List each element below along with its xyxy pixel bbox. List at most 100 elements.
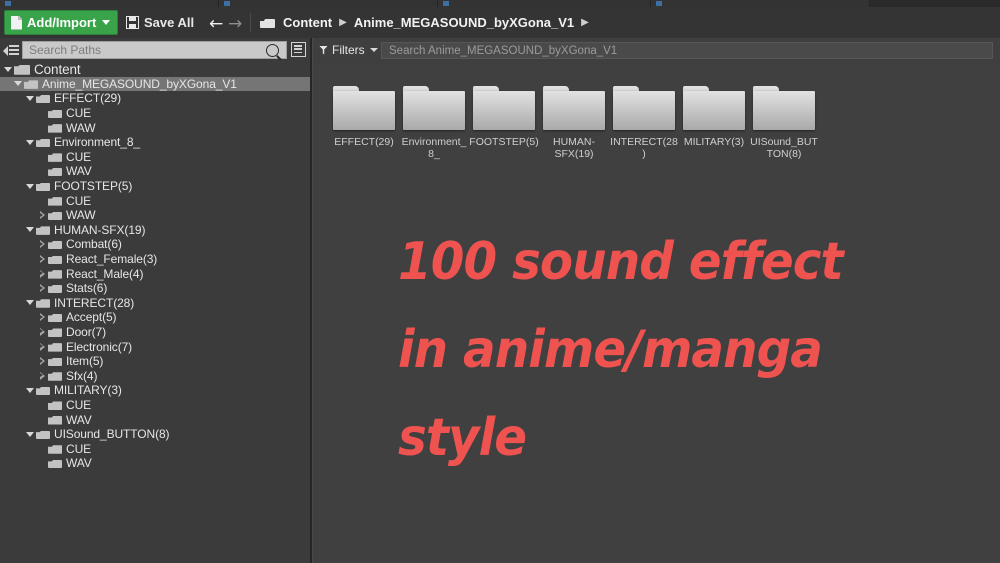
tree-item[interactable]: Anime_MEGASOUND_byXGona_V1 xyxy=(0,76,310,92)
tree-item-label: HUMAN-SFX(19) xyxy=(54,222,146,237)
tree-item[interactable]: CUE xyxy=(0,398,310,413)
tree-item[interactable]: MILITARY(3) xyxy=(0,383,310,398)
expanded-arrow-icon[interactable] xyxy=(26,225,35,234)
expanded-arrow-icon[interactable] xyxy=(14,79,23,88)
collapse-panel-icon[interactable] xyxy=(3,42,19,58)
tree-item-label: CUE xyxy=(66,397,92,412)
list-options-icon[interactable] xyxy=(291,42,306,57)
collapsed-arrow-icon[interactable] xyxy=(38,357,47,366)
collapsed-arrow-icon[interactable] xyxy=(38,284,47,293)
folder-body xyxy=(403,91,465,130)
tree-item[interactable]: CUE xyxy=(0,150,310,165)
editor-tab[interactable] xyxy=(438,0,651,7)
folder-icon xyxy=(613,86,675,130)
editor-tab[interactable] xyxy=(651,0,870,7)
editor-tab[interactable] xyxy=(219,0,438,7)
tree-item[interactable]: Door(7) xyxy=(0,325,310,340)
tree-item[interactable]: CUE xyxy=(0,106,310,121)
tree-item[interactable]: Accept(5) xyxy=(0,310,310,325)
folder-icon xyxy=(48,327,62,337)
editor-tab[interactable] xyxy=(0,0,219,7)
expanded-arrow-icon[interactable] xyxy=(26,386,35,395)
folder-icon xyxy=(48,123,62,133)
tree-item[interactable]: Electronic(7) xyxy=(0,339,310,354)
collapsed-arrow-icon[interactable] xyxy=(38,342,47,351)
tree-item[interactable]: WAW xyxy=(0,208,310,223)
folder-body xyxy=(613,91,675,130)
asset-folder-tile[interactable]: HUMAN-SFX(19) xyxy=(539,86,609,160)
tree-item-label: WAV xyxy=(66,412,92,427)
collapsed-arrow-icon[interactable] xyxy=(38,240,47,249)
expanded-arrow-icon[interactable] xyxy=(4,65,13,74)
tree-item[interactable]: WAV xyxy=(0,456,310,471)
folder-tree[interactable]: Content Anime_MEGASOUND_byXGona_V1 EFFECT(… xyxy=(0,62,310,563)
collapsed-arrow-icon[interactable] xyxy=(38,255,47,264)
tree-item[interactable]: INTERECT(28) xyxy=(0,296,310,311)
save-all-label: Save All xyxy=(144,15,195,30)
tree-item[interactable]: Combat(6) xyxy=(0,237,310,252)
tree-item[interactable]: WAV xyxy=(0,164,310,179)
filters-button[interactable]: Filters xyxy=(319,43,378,57)
navigate-forward-button[interactable]: → xyxy=(228,16,242,33)
asset-folder-label: INTERECT(28) xyxy=(610,136,678,160)
expanded-arrow-icon[interactable] xyxy=(26,94,35,103)
folder-body xyxy=(543,91,605,130)
tree-item[interactable]: React_Female(3) xyxy=(0,252,310,267)
asset-folder-tile[interactable]: INTERECT(28) xyxy=(609,86,679,160)
tree-item[interactable]: WAV xyxy=(0,412,310,427)
add-import-button[interactable]: Add/Import xyxy=(4,10,119,35)
tree-item[interactable]: WAW xyxy=(0,120,310,135)
content-browser-window: Add/Import Save All ← → Content ▶ Anime_… xyxy=(0,0,1000,563)
asset-search-input[interactable]: Search Anime_MEGASOUND_byXGona_V1 xyxy=(381,42,993,59)
tree-item[interactable]: Content xyxy=(0,62,310,77)
tree-item[interactable]: CUE xyxy=(0,193,310,208)
collapsed-arrow-icon[interactable] xyxy=(38,269,47,278)
chevron-right-icon[interactable]: ▶ xyxy=(581,17,589,28)
folder-icon xyxy=(48,458,62,468)
folder-icon xyxy=(48,269,62,279)
breadcrumb-item-current[interactable]: Anime_MEGASOUND_byXGona_V1 xyxy=(354,15,574,30)
expanded-arrow-icon[interactable] xyxy=(26,182,35,191)
tree-item[interactable]: CUE xyxy=(0,441,310,456)
tree-item[interactable]: Stats(6) xyxy=(0,281,310,296)
asset-folder-label: FOOTSTEP(5) xyxy=(469,136,539,148)
tree-item[interactable]: React_Male(4) xyxy=(0,266,310,281)
tree-item[interactable]: UISound_BUTTON(8) xyxy=(0,427,310,442)
asset-folder-tile[interactable]: FOOTSTEP(5) xyxy=(469,86,539,149)
content-browser-toolbar: Add/Import Save All ← → Content ▶ Anime_… xyxy=(0,7,1000,38)
tree-item[interactable]: Sfx(4) xyxy=(0,368,310,383)
expanded-arrow-icon[interactable] xyxy=(26,138,35,147)
folder-icon xyxy=(36,429,50,439)
tree-item[interactable]: FOOTSTEP(5) xyxy=(0,179,310,194)
editor-tab-strip[interactable] xyxy=(0,0,1000,7)
tree-item[interactable]: HUMAN-SFX(19) xyxy=(0,223,310,238)
expanded-arrow-icon[interactable] xyxy=(26,430,35,439)
tree-item-label: Combat(6) xyxy=(66,237,122,252)
collapsed-arrow-icon[interactable] xyxy=(38,371,47,380)
collapsed-arrow-icon[interactable] xyxy=(38,327,47,336)
tree-item[interactable]: Environment_8_ xyxy=(0,135,310,150)
folder-icon xyxy=(48,283,62,293)
breadcrumb-item-content[interactable]: Content xyxy=(283,15,332,30)
collapsed-arrow-icon[interactable] xyxy=(38,211,47,220)
search-paths-input[interactable]: Search Paths xyxy=(22,41,287,59)
tab-icon xyxy=(5,1,11,6)
asset-folder-label: UISound_BUTTON(8) xyxy=(750,136,818,160)
folder-icon xyxy=(333,86,395,130)
folder-icon xyxy=(48,239,62,249)
asset-folder-tile[interactable]: Environment_8_ xyxy=(399,86,469,160)
asset-folder-tile[interactable]: EFFECT(29) xyxy=(329,86,399,149)
save-all-button[interactable]: Save All xyxy=(126,10,194,35)
tree-item[interactable]: Item(5) xyxy=(0,354,310,369)
navigate-back-button[interactable]: ← xyxy=(209,16,223,33)
tree-item-label: Electronic(7) xyxy=(66,339,133,354)
folder-icon xyxy=(36,298,50,308)
asset-folder-tile[interactable]: MILITARY(3) xyxy=(679,86,749,149)
asset-tile-grid[interactable]: EFFECT(29) Environment_8_ FOOTSTEP(5) HUMAN… xyxy=(313,64,1000,563)
asset-folder-tile[interactable]: UISound_BUTTON(8) xyxy=(749,86,819,160)
tree-item-label: CUE xyxy=(66,106,92,121)
tree-item[interactable]: EFFECT(29) xyxy=(0,91,310,106)
expanded-arrow-icon[interactable] xyxy=(26,298,35,307)
chevron-down-icon xyxy=(369,48,378,52)
collapsed-arrow-icon[interactable] xyxy=(38,313,47,322)
